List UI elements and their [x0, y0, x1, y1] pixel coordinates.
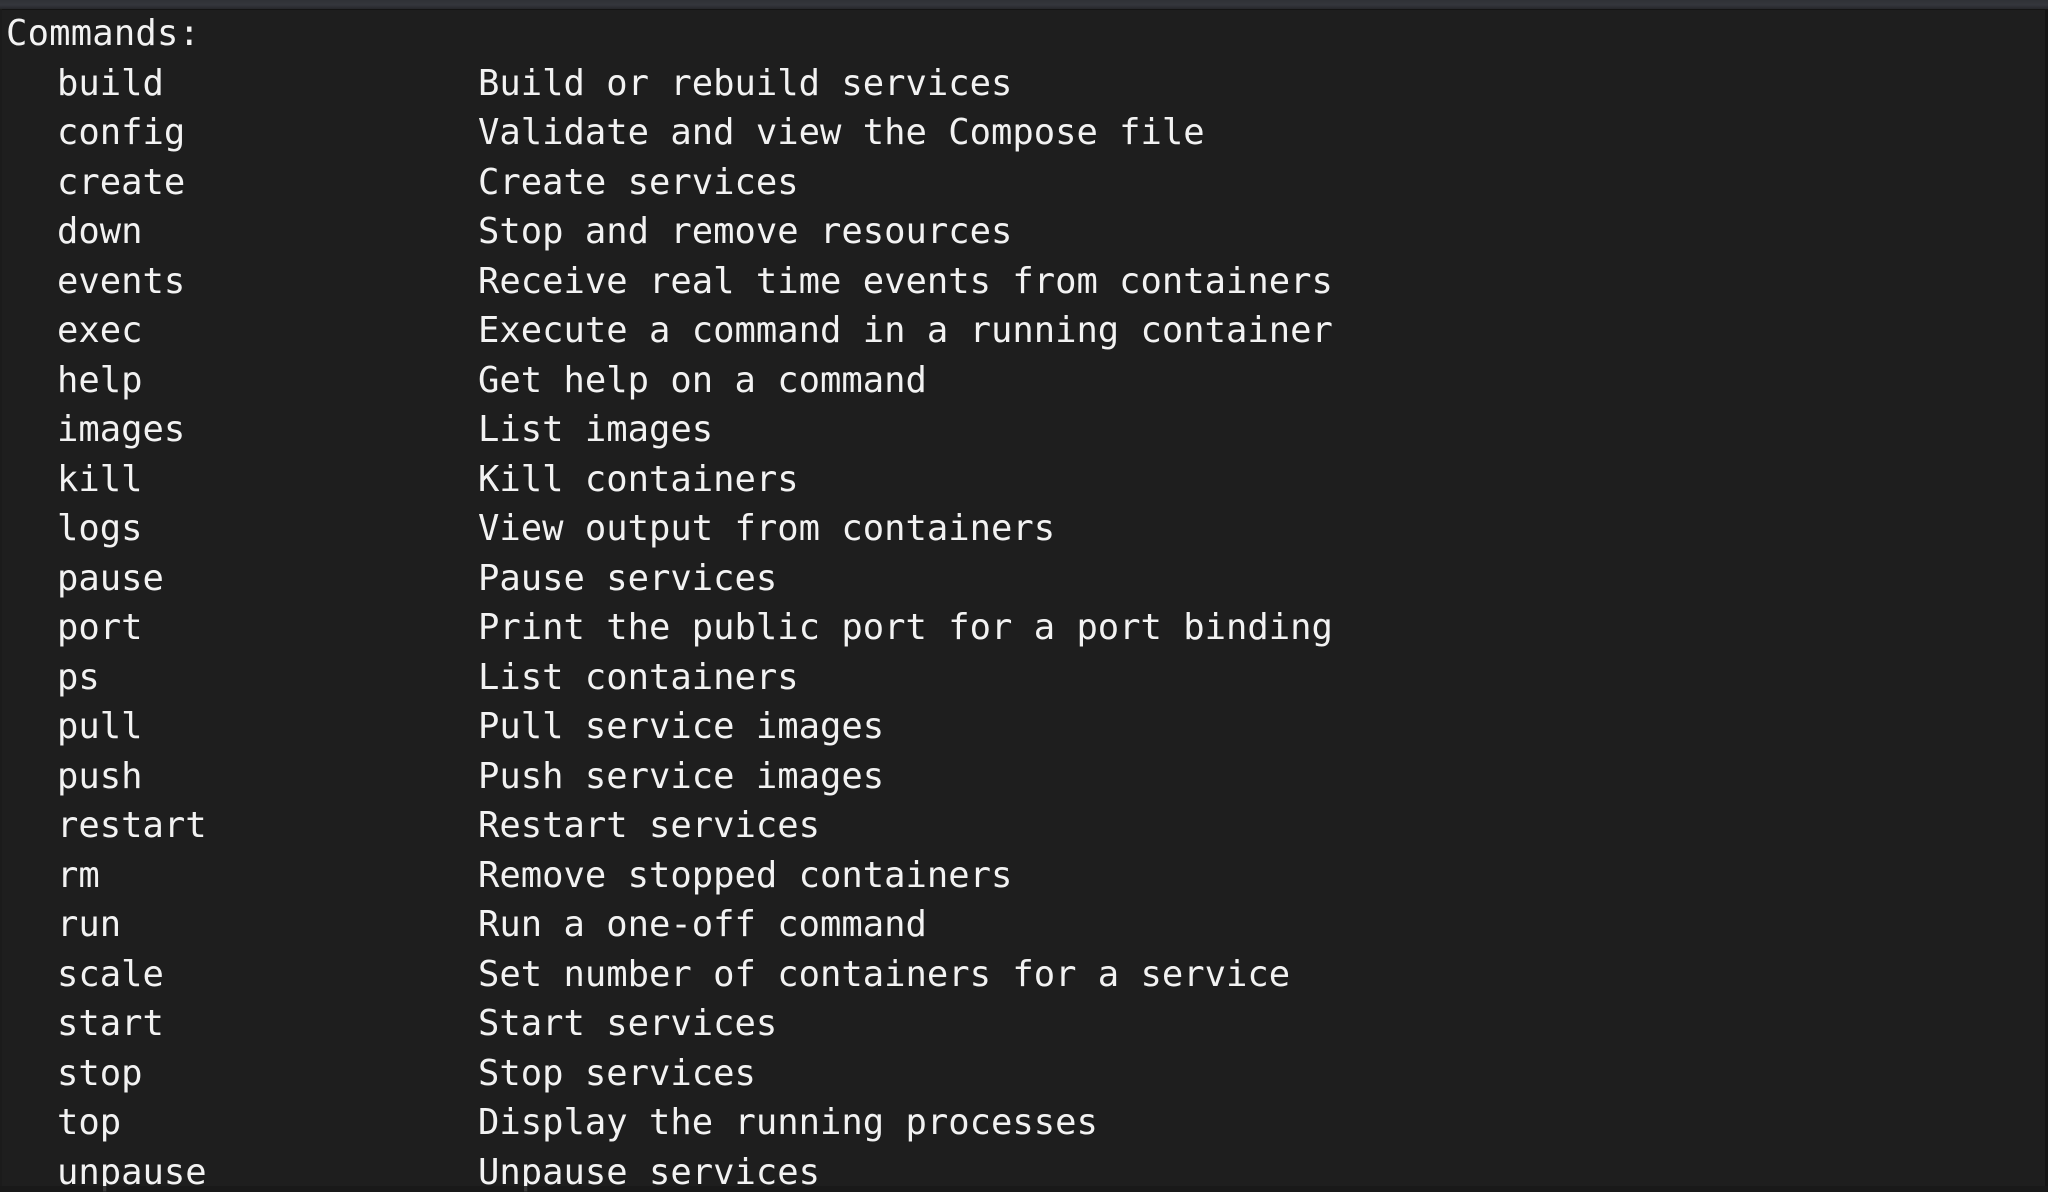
command-row: port Print the public port for a port bin…: [0, 603, 2048, 653]
command-row: restart Restart services: [0, 801, 2048, 851]
command-description: Receive real time events from containers: [478, 260, 1333, 302]
terminal-output-area[interactable]: Commands: build Build or rebuild services…: [0, 9, 2048, 1192]
command-row: create Create services: [0, 158, 2048, 208]
command-description: Execute a command in a running container: [478, 310, 1333, 351]
command-description: Push service images: [478, 755, 885, 797]
command-row: build Build or rebuild services: [0, 59, 2048, 109]
command-row: scale Set number of containers for a serv…: [0, 950, 2048, 1000]
command-description: Pull service images: [478, 706, 885, 747]
command-row: rm Remove stopped containers: [0, 851, 2048, 901]
command-name: kill: [57, 458, 143, 500]
command-row: kill Kill containers: [0, 455, 2048, 505]
command-description: Run a one-off command: [478, 904, 927, 945]
command-description: Validate and view the Compose file: [478, 112, 1205, 153]
command-row: pull Pull service images: [0, 702, 2048, 752]
command-name: top: [57, 1102, 122, 1143]
command-name: restart: [57, 805, 207, 846]
command-description: List containers: [478, 656, 799, 698]
command-row: down Stop and remove resources: [0, 207, 2048, 257]
command-description: Create services: [478, 161, 799, 203]
command-description: Restart services: [478, 805, 820, 846]
command-description: View output from containers: [478, 508, 1056, 549]
command-row: events Receive real time events from cont…: [0, 257, 2048, 307]
command-name: scale: [57, 953, 164, 995]
command-row: logs View output from containers: [0, 504, 2048, 554]
command-description: Start services: [478, 1003, 778, 1044]
command-row: pause Pause services: [0, 554, 2048, 604]
command-name: pull: [57, 706, 143, 747]
command-name: pause: [57, 557, 164, 599]
window-bottom-edge: [0, 1186, 2048, 1192]
command-name: images: [57, 409, 186, 450]
terminal-window: Commands: build Build or rebuild services…: [0, 0, 2048, 1192]
command-name: down: [57, 211, 143, 252]
command-description: Display the running processes: [478, 1102, 1098, 1143]
commands-heading: Commands:: [6, 13, 201, 54]
command-description: Pause services: [478, 557, 778, 599]
command-row: run Run a one-off command: [0, 900, 2048, 950]
command-name: events: [57, 260, 186, 302]
command-description: Get help on a command: [478, 359, 927, 401]
command-name: config: [57, 112, 186, 153]
command-description: Build or rebuild services: [478, 62, 1013, 104]
command-description: List images: [478, 409, 714, 450]
command-name: create: [57, 161, 186, 203]
command-name: exec: [57, 310, 143, 351]
command-description: Stop and remove resources: [478, 211, 1013, 252]
command-name: rm: [57, 854, 100, 896]
command-row: stop Stop services: [0, 1049, 2048, 1099]
command-row: push Push service images: [0, 752, 2048, 802]
command-list: build Build or rebuild services config Vali…: [0, 59, 2048, 1192]
command-name: help: [57, 359, 143, 401]
command-description: Print the public port for a port binding: [478, 607, 1333, 648]
command-name: port: [57, 607, 143, 648]
command-name: run: [57, 904, 122, 945]
command-row: top Display the running processes: [0, 1098, 2048, 1148]
command-name: start: [57, 1003, 164, 1044]
command-name: push: [57, 755, 143, 797]
command-name: logs: [57, 508, 143, 549]
command-description: Stop services: [478, 1052, 756, 1094]
command-row: config Validate and view the Compose file: [0, 108, 2048, 158]
command-row: start Start services: [0, 999, 2048, 1049]
command-name: stop: [57, 1052, 143, 1094]
command-description: Remove stopped containers: [478, 854, 1013, 896]
command-row: images List images: [0, 405, 2048, 455]
command-description: Set number of containers for a service: [478, 953, 1291, 995]
command-name: build: [57, 62, 164, 104]
command-description: Kill containers: [478, 458, 799, 500]
command-row: ps List containers: [0, 653, 2048, 703]
command-name: ps: [57, 656, 100, 698]
command-row: exec Execute a command in a running conta…: [0, 306, 2048, 356]
command-row: help Get help on a command: [0, 356, 2048, 406]
